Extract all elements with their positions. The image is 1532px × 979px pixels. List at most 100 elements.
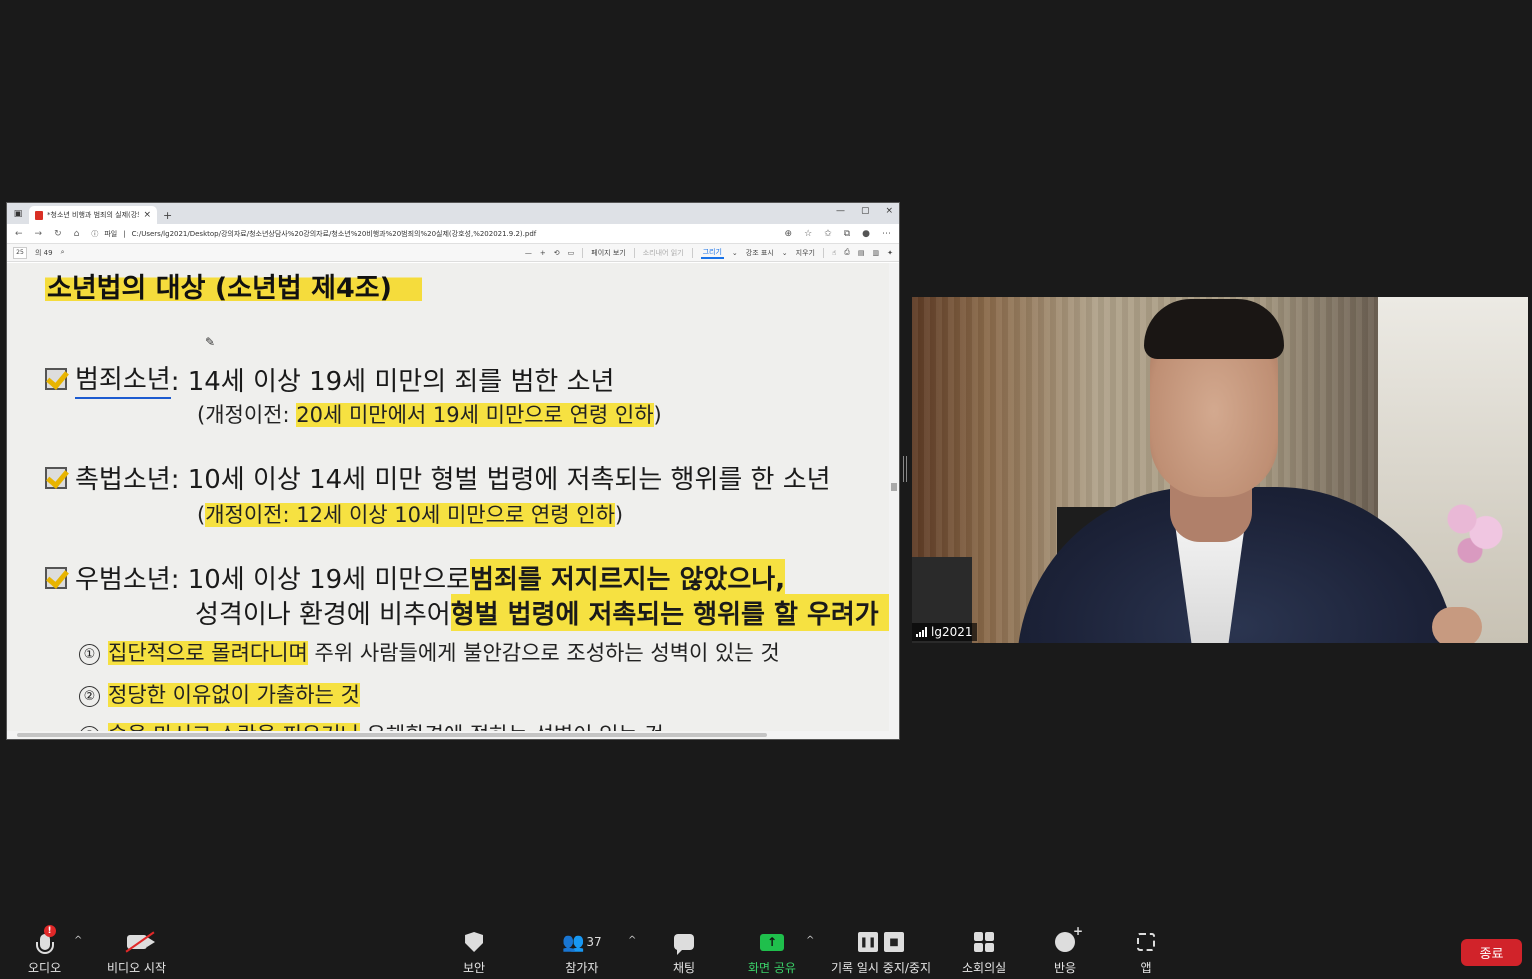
- zoom-out-button[interactable]: —: [525, 249, 532, 257]
- chat-label: 채팅: [673, 961, 696, 975]
- record-button[interactable]: ❚❚ ■ 기록 일시 중지/중지: [831, 929, 931, 976]
- audio-options-caret[interactable]: ^: [74, 935, 82, 946]
- participants-button[interactable]: 👥 37 참가자: [562, 929, 602, 976]
- print-icon[interactable]: ⎙: [844, 248, 850, 257]
- horizontal-scrollbar[interactable]: [7, 731, 899, 739]
- refresh-icon[interactable]: ↻: [54, 229, 62, 239]
- rotate-icon[interactable]: ⟲: [554, 249, 560, 257]
- search-icon[interactable]: ⌕: [61, 248, 65, 257]
- prone-line2-highlight: 형벌 법령에 저촉되는 행위를 할 우려가 있: [450, 594, 891, 631]
- url-separator: |: [123, 229, 126, 238]
- video-off-icon: [126, 935, 155, 949]
- sub1-highlight: 20세 미만에서 19세 미만으로 연령 인하: [296, 403, 654, 427]
- apps-label: 앱: [1140, 961, 1152, 975]
- sub1-pre: (개정이전:: [197, 403, 297, 427]
- video-person-hand: [1432, 607, 1482, 643]
- breakout-rooms-button[interactable]: 소회의실: [962, 929, 1006, 976]
- highlight-button[interactable]: 강조 표시: [746, 248, 774, 258]
- record-controls: ❚❚ ■: [858, 929, 904, 955]
- prone-line2-pre: 성격이나 환경에 비추어: [195, 600, 451, 630]
- start-video-button[interactable]: 비디오 시작: [107, 929, 166, 976]
- zoom-icon[interactable]: ⊕: [785, 229, 793, 239]
- browser-tabbar: ▣ *청소년 비행과 범죄의 실제(강의... × + — ▢ ×: [7, 203, 899, 224]
- tab-close-icon[interactable]: ×: [143, 210, 151, 220]
- reactions-button[interactable]: 반응: [1054, 924, 1083, 976]
- browser-actions: ⊕ ☆ ✩ ⧉ ● ⋯: [785, 229, 891, 239]
- end-meeting-button[interactable]: 종료: [1461, 939, 1522, 966]
- zoom-in-button[interactable]: +: [540, 249, 546, 257]
- save-as-icon[interactable]: ▥: [873, 249, 880, 257]
- minimize-button[interactable]: —: [836, 206, 845, 216]
- page-number-input[interactable]: 25: [13, 246, 27, 259]
- participant-video[interactable]: lg2021: [912, 297, 1528, 643]
- circle-number-1: ①: [79, 643, 100, 665]
- share-label: 화면 공유: [748, 961, 796, 975]
- condition-2: ② 정당한 이유없이 가출하는 것: [79, 679, 360, 709]
- url-field[interactable]: ⓘ 파일 | C:/Users/lg2021/Desktop/강의자료/청소년상…: [91, 229, 772, 239]
- favorites-icon[interactable]: ✩: [824, 229, 832, 239]
- shield-icon: [465, 932, 484, 952]
- draw-button[interactable]: 그리기: [700, 247, 724, 259]
- touch-icon[interactable]: ☝: [832, 249, 836, 257]
- checkbox-icon: [45, 368, 67, 390]
- highlight-options-icon[interactable]: ⌄: [782, 249, 788, 257]
- desc-crime-juvenile: : 14세 이상 19세 미만의 죄를 범한 소년: [170, 366, 615, 397]
- item-offense-juvenile: 촉법소년 : 10세 이상 14세 미만 형벌 법령에 저촉되는 행위를 한 소…: [45, 459, 831, 496]
- zoom-meeting-window: ▣ *청소년 비행과 범죄의 실제(강의... × + — ▢ × ← → ↻ …: [0, 0, 1532, 979]
- erase-button[interactable]: 지우기: [796, 248, 815, 258]
- condition-2-highlight: 정당한 이유없이 가출하는 것: [108, 683, 360, 707]
- favorite-add-icon[interactable]: ☆: [804, 229, 812, 239]
- video-person-hair: [1144, 299, 1284, 359]
- home-icon[interactable]: ⌂: [74, 229, 80, 239]
- vertical-scroll-thumb[interactable]: [891, 483, 897, 491]
- read-aloud-button[interactable]: 소리내어 읽기: [643, 248, 684, 258]
- close-window-button[interactable]: ×: [885, 206, 893, 216]
- page-total: 의 49: [35, 248, 53, 257]
- sub-offense-juvenile: (개정이전: 12세 이상 10세 미만으로 연령 인하): [197, 499, 623, 529]
- window-controls: — ▢ ×: [836, 206, 893, 216]
- security-button[interactable]: 보안: [463, 929, 485, 976]
- browser-tab[interactable]: *청소년 비행과 범죄의 실제(강의... ×: [29, 206, 157, 224]
- share-screen-icon: ↑: [759, 933, 784, 951]
- participant-name-tag: lg2021: [912, 623, 977, 641]
- checkbox-icon: [45, 466, 67, 489]
- apps-button[interactable]: 앱: [1137, 929, 1155, 976]
- more-icon[interactable]: ⋯: [882, 229, 891, 239]
- pdf-page: 소년법의 대상 (소년법 제4조) ✎ 범죄소년 : 14세 이상 19세 미만…: [7, 263, 891, 733]
- item-crime-juvenile: 범죄소년 : 14세 이상 19세 미만의 죄를 범한 소년: [45, 359, 614, 399]
- chat-button[interactable]: 채팅: [673, 929, 695, 976]
- save-icon[interactable]: ▤: [858, 249, 865, 257]
- maximize-button[interactable]: ▢: [861, 206, 870, 216]
- sub1-post: ): [653, 403, 662, 427]
- collections-icon[interactable]: ⧉: [844, 229, 850, 239]
- participants-icon: 👥: [562, 931, 585, 953]
- pen-cursor-icon: ✎: [205, 335, 216, 349]
- forward-icon[interactable]: →: [35, 229, 43, 239]
- tab-actions-icon[interactable]: ▣: [7, 203, 29, 224]
- meeting-toolbar: ! 오디오 ^ 비디오 시작 보안 👥 37 참가자 ^ 채팅 ↑ 화면 공유 ^…: [0, 915, 1532, 979]
- split-view-handle[interactable]: [903, 456, 907, 482]
- back-icon[interactable]: ←: [15, 229, 23, 239]
- fit-page-icon[interactable]: ▭: [568, 249, 575, 257]
- condition-1-rest: 주위 사람들에게 불안감으로 조성하는 성벽이 있는 것: [307, 641, 780, 665]
- share-screen-button[interactable]: ↑ 화면 공유: [748, 929, 796, 976]
- audio-button[interactable]: ! 오디오: [28, 925, 61, 976]
- reactions-label: 반응: [1054, 961, 1077, 975]
- pdf-file-icon: [35, 210, 43, 220]
- profile-icon[interactable]: ●: [862, 229, 870, 239]
- sub2-pre: (: [197, 503, 206, 527]
- condition-1-highlight: 집단적으로 몰려다니며: [108, 641, 308, 665]
- pause-icon: ❚❚: [858, 932, 878, 952]
- tab-title: *청소년 비행과 범죄의 실제(강의...: [47, 211, 139, 219]
- new-tab-button[interactable]: +: [157, 209, 178, 224]
- page-view-button[interactable]: 페이지 보기: [591, 248, 625, 258]
- horizontal-scroll-thumb[interactable]: [17, 733, 767, 737]
- participants-label: 참가자: [565, 961, 599, 975]
- pin-icon[interactable]: ✦: [887, 249, 893, 257]
- security-label: 보안: [463, 961, 486, 975]
- apps-icon: [1137, 933, 1155, 951]
- share-options-caret[interactable]: ^: [806, 935, 814, 946]
- draw-options-icon[interactable]: ⌄: [732, 249, 738, 257]
- participants-options-caret[interactable]: ^: [628, 935, 636, 946]
- vertical-scrollbar[interactable]: [889, 263, 899, 733]
